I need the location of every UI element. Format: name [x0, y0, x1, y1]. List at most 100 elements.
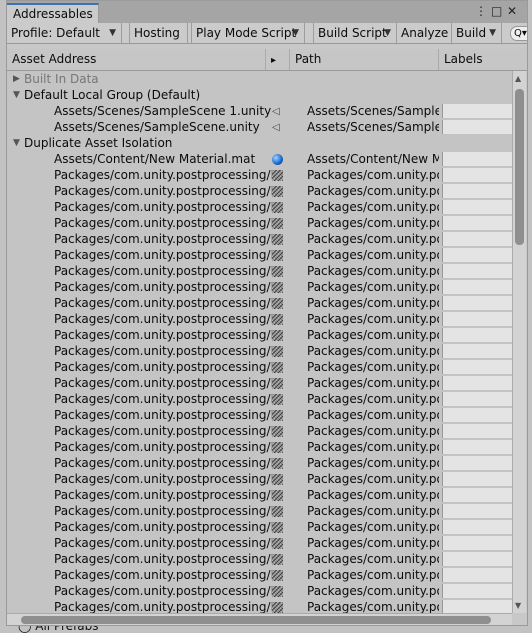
- asset-entry-row[interactable]: Packages/com.unity.postprocessing/P Packa…: [7, 247, 512, 263]
- asset-entry-row[interactable]: Packages/com.unity.postprocessing/P Packa…: [7, 263, 512, 279]
- asset-entry-row[interactable]: Packages/com.unity.postprocessing/P Packa…: [7, 471, 512, 487]
- collapsed-arrow-icon[interactable]: ▶: [13, 71, 20, 87]
- labels-field[interactable]: [442, 488, 512, 502]
- asset-entry-row[interactable]: Packages/com.unity.postprocessing/P Packa…: [7, 455, 512, 471]
- asset-entry-row[interactable]: Packages/com.unity.postprocessing/P Packa…: [7, 407, 512, 423]
- labels-field[interactable]: [442, 552, 512, 566]
- asset-entry-row[interactable]: Assets/Scenes/SampleScene 1.unity ◁ Assets…: [7, 103, 512, 119]
- scroll-down-icon[interactable]: ▼: [515, 601, 521, 610]
- group-row[interactable]: ▶ Built In Data: [7, 71, 512, 87]
- group-row[interactable]: ▼ Duplicate Asset Isolation: [7, 135, 512, 151]
- asset-entry-row[interactable]: Packages/com.unity.postprocessing/P Packa…: [7, 439, 512, 455]
- labels-field[interactable]: [442, 504, 512, 518]
- column-type[interactable]: ▸: [266, 49, 290, 70]
- labels-field[interactable]: [442, 232, 512, 246]
- horizontal-scrollbar[interactable]: [7, 613, 512, 625]
- asset-path: Packages/com.unity.postprocessing: [307, 232, 439, 246]
- labels-field[interactable]: [442, 440, 512, 454]
- asset-address: Packages/com.unity.postprocessing/P: [54, 440, 272, 454]
- asset-entry-row[interactable]: Packages/com.unity.postprocessing/P Packa…: [7, 375, 512, 391]
- labels-field[interactable]: [442, 408, 512, 422]
- asset-entry-row[interactable]: Packages/com.unity.postprocessing/P Packa…: [7, 535, 512, 551]
- labels-field[interactable]: [442, 104, 512, 118]
- asset-entry-row[interactable]: Packages/com.unity.postprocessing/P Packa…: [7, 551, 512, 567]
- labels-field[interactable]: [442, 360, 512, 374]
- vertical-scroll-thumb[interactable]: [515, 89, 524, 245]
- labels-field[interactable]: [442, 472, 512, 486]
- asset-entry-row[interactable]: Packages/com.unity.postprocessing/P Packa…: [7, 391, 512, 407]
- labels-field[interactable]: [442, 152, 512, 166]
- labels-field[interactable]: [442, 280, 512, 294]
- asset-entry-row[interactable]: Packages/com.unity.postprocessing/P Packa…: [7, 583, 512, 599]
- labels-field[interactable]: [442, 168, 512, 182]
- asset-entry-row[interactable]: Packages/com.unity.postprocessing/P Packa…: [7, 343, 512, 359]
- chevron-down-icon: ▼: [489, 28, 496, 38]
- asset-entry-row[interactable]: Packages/com.unity.postprocessing/P Packa…: [7, 215, 512, 231]
- asset-entry-row[interactable]: Packages/com.unity.postprocessing/P Packa…: [7, 567, 512, 583]
- column-header: Asset Address ▸ Path Labels: [7, 49, 527, 71]
- texture-icon: [272, 442, 283, 453]
- labels-field[interactable]: [442, 376, 512, 390]
- asset-entry-row[interactable]: Packages/com.unity.postprocessing/P Packa…: [7, 311, 512, 327]
- labels-field[interactable]: [442, 184, 512, 198]
- window-menu-icon[interactable]: ⋮: [475, 4, 487, 18]
- labels-field[interactable]: [442, 520, 512, 534]
- labels-field[interactable]: [442, 392, 512, 406]
- column-path-label: Path: [295, 52, 322, 66]
- asset-entry-row[interactable]: Packages/com.unity.postprocessing/P Packa…: [7, 279, 512, 295]
- asset-entry-row[interactable]: Packages/com.unity.postprocessing/P Packa…: [7, 423, 512, 439]
- search-field[interactable]: Q▾: [510, 26, 527, 41]
- column-path[interactable]: Path: [290, 49, 439, 70]
- asset-entry-row[interactable]: Assets/Content/New Material.mat Assets/Co…: [7, 151, 512, 167]
- texture-icon: [272, 602, 283, 613]
- texture-icon: [272, 298, 283, 309]
- texture-icon: [272, 538, 283, 549]
- group-row[interactable]: ▼ Default Local Group (Default): [7, 87, 512, 103]
- labels-field[interactable]: [442, 328, 512, 342]
- asset-path: Packages/com.unity.postprocessing: [307, 360, 439, 374]
- expanded-arrow-icon[interactable]: ▼: [13, 135, 20, 151]
- asset-entry-row[interactable]: Packages/com.unity.postprocessing/P Packa…: [7, 199, 512, 215]
- labels-field[interactable]: [442, 536, 512, 550]
- labels-field[interactable]: [442, 344, 512, 358]
- profile-dropdown[interactable]: Profile: Default ▼: [7, 23, 122, 43]
- labels-field[interactable]: [442, 216, 512, 230]
- scroll-up-icon[interactable]: ▲: [515, 74, 521, 83]
- tab-addressables[interactable]: Addressables: [7, 3, 99, 23]
- labels-field[interactable]: [442, 120, 512, 134]
- labels-field[interactable]: [442, 424, 512, 438]
- labels-field[interactable]: [442, 584, 512, 598]
- labels-field[interactable]: [442, 264, 512, 278]
- asset-entry-row[interactable]: Packages/com.unity.postprocessing/P Packa…: [7, 295, 512, 311]
- close-icon[interactable]: ✕: [507, 4, 517, 18]
- asset-entry-row[interactable]: Packages/com.unity.postprocessing/P Packa…: [7, 359, 512, 375]
- asset-entry-row[interactable]: Assets/Scenes/SampleScene.unity ◁ Assets/S…: [7, 119, 512, 135]
- build-script-dropdown[interactable]: Build Script ▼: [313, 23, 397, 43]
- labels-field[interactable]: [442, 456, 512, 470]
- horizontal-scroll-thumb[interactable]: [21, 616, 491, 624]
- asset-entry-row[interactable]: Packages/com.unity.postprocessing/P Packa…: [7, 487, 512, 503]
- labels-field[interactable]: [442, 200, 512, 214]
- analyze-button[interactable]: Analyze: [397, 23, 452, 43]
- column-labels[interactable]: Labels: [439, 49, 512, 70]
- texture-icon: [272, 394, 283, 405]
- column-asset-address[interactable]: Asset Address: [7, 49, 266, 70]
- asset-entry-row[interactable]: Packages/com.unity.postprocessing/P Packa…: [7, 167, 512, 183]
- asset-entry-row[interactable]: Packages/com.unity.postprocessing/P Packa…: [7, 519, 512, 535]
- labels-field[interactable]: [442, 568, 512, 582]
- play-mode-script-dropdown[interactable]: Play Mode Script ▼: [191, 23, 305, 43]
- asset-entry-row[interactable]: Packages/com.unity.postprocessing/P Packa…: [7, 183, 512, 199]
- expanded-arrow-icon[interactable]: ▼: [13, 87, 20, 103]
- asset-entry-row[interactable]: Packages/com.unity.postprocessing/P Packa…: [7, 231, 512, 247]
- asset-entry-row[interactable]: Packages/com.unity.postprocessing/P Packa…: [7, 327, 512, 343]
- asset-entry-row[interactable]: Packages/com.unity.postprocessing/P Packa…: [7, 503, 512, 519]
- maximize-icon[interactable]: □: [491, 4, 502, 18]
- build-dropdown[interactable]: Build ▼: [452, 23, 502, 43]
- hosting-button[interactable]: Hosting: [129, 23, 188, 43]
- vertical-scrollbar[interactable]: ▲ ▼: [512, 71, 526, 613]
- labels-field[interactable]: [442, 248, 512, 262]
- labels-field[interactable]: [442, 312, 512, 326]
- asset-entry-row[interactable]: Packages/com.unity.postprocessing/P Packa…: [7, 599, 512, 613]
- labels-field[interactable]: [442, 296, 512, 310]
- labels-field[interactable]: [442, 600, 512, 613]
